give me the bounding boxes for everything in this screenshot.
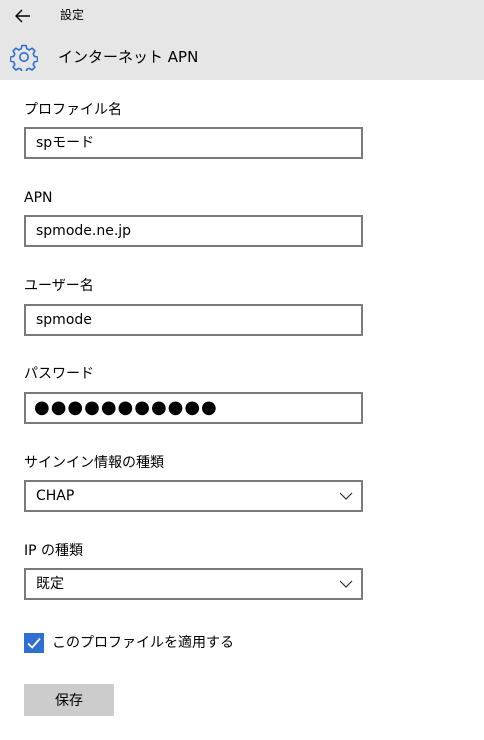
back-button[interactable]: [8, 3, 38, 29]
ip-type-label: IP の種類: [24, 543, 84, 559]
username-field[interactable]: spmode: [24, 304, 363, 336]
chevron-down-icon: [339, 580, 353, 588]
profile-name-field[interactable]: spモード: [24, 127, 363, 159]
ip-type-value: 既定: [36, 576, 64, 592]
password-field[interactable]: ●●●●●●●●●●●: [24, 392, 363, 424]
gear-icon: [10, 44, 38, 71]
apply-profile-checkbox[interactable]: [24, 633, 44, 653]
arrow-left-icon: [15, 9, 30, 23]
ip-type-select[interactable]: 既定: [24, 568, 363, 600]
apn-field[interactable]: spmode.ne.jp: [24, 215, 363, 247]
breadcrumb: 設定: [60, 8, 85, 22]
chevron-down-icon: [339, 492, 353, 500]
save-button[interactable]: 保存: [24, 684, 114, 716]
apply-profile-label[interactable]: このプロファイルを適用する: [52, 633, 234, 653]
checkmark-icon: [27, 637, 41, 649]
apn-label: APN: [24, 190, 53, 206]
title-bar: 設定 インターネット APN: [0, 0, 484, 80]
profile-name-label: プロファイル名: [24, 102, 122, 118]
auth-type-value: CHAP: [36, 488, 75, 504]
password-label: パスワード: [24, 366, 94, 382]
auth-type-select[interactable]: CHAP: [24, 480, 363, 512]
page-title: インターネット APN: [58, 48, 199, 66]
auth-type-label: サインイン情報の種類: [24, 455, 164, 471]
username-label: ユーザー名: [24, 278, 94, 294]
